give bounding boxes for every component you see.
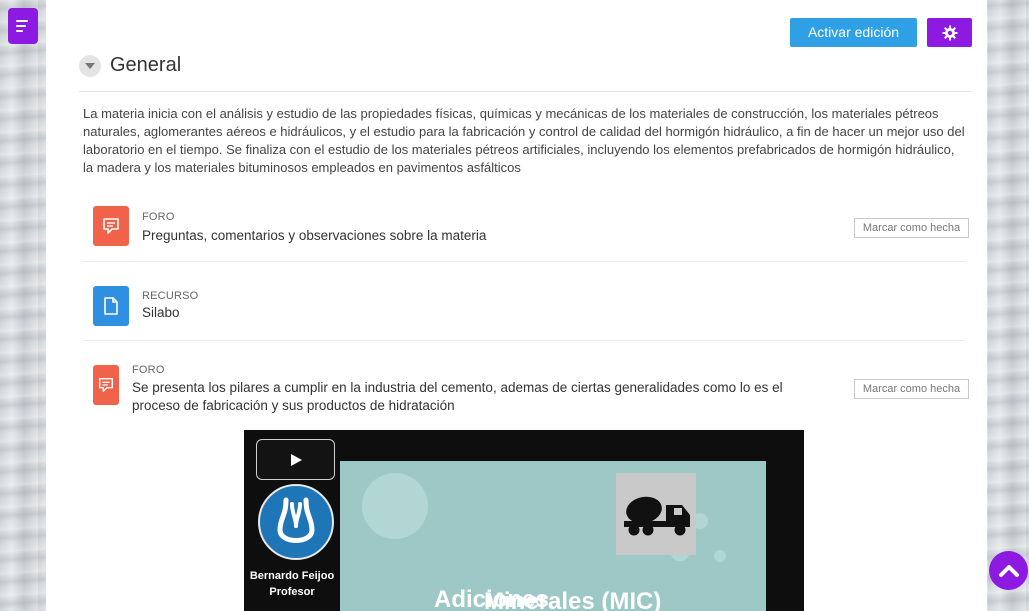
chevron-up-icon [998, 564, 1019, 577]
video-play-button[interactable] [256, 439, 335, 480]
mark-complete-button[interactable]: Marcar como hecha [854, 379, 969, 399]
presenter-role: Profesor [269, 586, 315, 598]
back-to-top-button[interactable] [989, 551, 1028, 590]
university-logo-icon [277, 497, 315, 543]
section-collapse-toggle[interactable] [79, 54, 101, 77]
section-title: General [110, 54, 182, 76]
divider [83, 261, 965, 262]
embedded-video-player[interactable]: Adiciones Bernardo Feijoo Profesor Miner… [244, 430, 804, 611]
activity-icon-box [93, 365, 119, 405]
activity-forum-pilares: FORO Se presenta los pilares a cumplir e… [83, 362, 969, 422]
activity-type-label: RECURSO [142, 290, 199, 302]
gear-icon [942, 25, 957, 40]
activity-link[interactable]: Se presenta los pilares a cumplir en la … [132, 379, 812, 415]
activity-icon-box [93, 286, 129, 326]
menu-line-icon [16, 20, 28, 22]
forum-icon [98, 377, 114, 393]
menu-line-icon [16, 25, 26, 27]
main-content: Activar edición General La materia inici… [46, 0, 987, 611]
caret-down-icon [85, 62, 95, 69]
activity-resource-silabo: RECURSO Silabo [83, 283, 965, 341]
activity-icon-box [93, 206, 129, 246]
file-icon [104, 297, 118, 315]
divider [83, 340, 965, 341]
presenter-avatar [258, 484, 334, 560]
play-icon [290, 453, 302, 466]
presenter-name: Bernardo Feijoo [249, 570, 335, 582]
drawer-toggle-button[interactable] [8, 8, 38, 44]
divider [79, 91, 971, 92]
section-summary: La materia inicia con el análisis y estu… [83, 106, 965, 175]
edit-mode-button[interactable]: Activar edición [790, 18, 917, 47]
activity-link[interactable]: Preguntas, comentarios y observaciones s… [142, 227, 486, 245]
mark-complete-button[interactable]: Marcar como hecha [854, 218, 969, 238]
activity-type-label: FORO [132, 364, 165, 376]
settings-button[interactable] [927, 18, 972, 47]
menu-line-icon [16, 30, 23, 32]
cement-mixer-truck-icon [624, 496, 690, 536]
section-header: General [79, 54, 181, 77]
activity-forum-questions: FORO Preguntas, comentarios y observacio… [83, 203, 969, 262]
activity-link[interactable]: Silabo [142, 304, 180, 322]
activity-type-label: FORO [142, 211, 175, 223]
forum-icon [103, 218, 119, 234]
slide-title-line2: Minerales (MIC) [484, 588, 662, 611]
